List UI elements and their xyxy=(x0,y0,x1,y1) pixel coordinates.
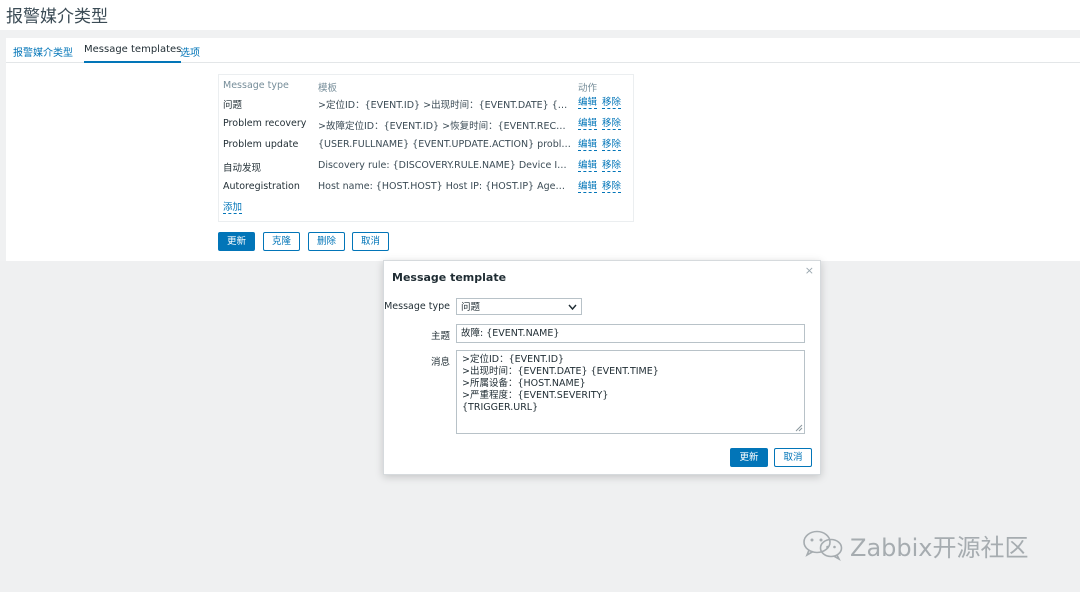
row-template: Discovery rule: {DISCOVERY.RULE.NAME} De… xyxy=(318,160,571,171)
message-textarea[interactable]: >定位ID：{EVENT.ID} >出现时间：{EVENT.DATE} {EVE… xyxy=(456,350,805,434)
page-header: 报警媒介类型 xyxy=(0,0,1080,30)
dialog-update-button[interactable]: 更新 xyxy=(730,448,768,467)
message-template-dialog: Message template × Message type 问题 主题 故障… xyxy=(383,260,821,475)
row-type: Autoregistration xyxy=(223,181,300,192)
message-type-label: Message type xyxy=(384,301,450,312)
tab-media-type[interactable]: 报警媒介类型 xyxy=(13,44,73,59)
message-line: >严重程度：{EVENT.SEVERITY} xyxy=(462,390,609,401)
update-button[interactable]: 更新 xyxy=(218,232,255,251)
wechat-icon xyxy=(803,530,843,561)
resize-handle-icon[interactable] xyxy=(795,424,803,432)
row-type: Problem update xyxy=(223,139,299,150)
tab-options[interactable]: 选项 xyxy=(180,44,200,59)
message-line: >所属设备：{HOST.NAME} xyxy=(462,378,586,389)
edit-link[interactable]: 编辑 xyxy=(578,181,598,193)
edit-link[interactable]: 编辑 xyxy=(578,160,598,172)
message-line: >出现时间：{EVENT.DATE} {EVENT.TIME} xyxy=(462,366,659,377)
edit-link[interactable]: 编辑 xyxy=(578,97,598,109)
header-message-type: Message type xyxy=(223,80,289,91)
edit-link[interactable]: 编辑 xyxy=(578,118,598,130)
cancel-button[interactable]: 取消 xyxy=(352,232,389,251)
row-template: {USER.FULLNAME} {EVENT.UPDATE.ACTION} pr… xyxy=(318,139,571,150)
delete-button[interactable]: 删除 xyxy=(308,232,345,251)
message-line: >定位ID：{EVENT.ID} xyxy=(462,354,565,365)
watermark: Zabbix开源社区 xyxy=(802,528,1029,562)
row-type: Problem recovery xyxy=(223,118,307,129)
row-template: >定位ID：{EVENT.ID} >出现时间：{EVENT.DATE} {EVE… xyxy=(318,100,571,111)
row-template: >故障定位ID：{EVENT.ID} >恢复时间：{EVENT.RECOVERY… xyxy=(318,121,571,132)
remove-link[interactable]: 移除 xyxy=(602,118,622,130)
tab-message-templates[interactable]: Message templates xyxy=(84,44,182,63)
message-type-value: 问题 xyxy=(461,302,481,313)
chevron-down-icon xyxy=(568,304,577,311)
dialog-cancel-button[interactable]: 取消 xyxy=(774,448,812,467)
page-title: 报警媒介类型 xyxy=(6,7,108,27)
add-template-link[interactable]: 添加 xyxy=(223,202,243,214)
message-label: 消息 xyxy=(430,357,450,368)
edit-link[interactable]: 编辑 xyxy=(578,139,598,151)
message-templates-table: Message type 模板 动作 问题 >定位ID：{EVENT.ID} >… xyxy=(218,74,634,222)
row-type: 自动发现 xyxy=(223,163,262,174)
clone-button[interactable]: 克隆 xyxy=(263,232,300,251)
close-icon[interactable]: × xyxy=(805,264,814,277)
remove-link[interactable]: 移除 xyxy=(602,181,622,193)
remove-link[interactable]: 移除 xyxy=(602,97,622,109)
subject-label: 主题 xyxy=(430,331,450,342)
row-type: 问题 xyxy=(223,100,243,111)
subject-input[interactable]: 故障: {EVENT.NAME} xyxy=(456,324,805,343)
header-actions: 动作 xyxy=(578,83,598,94)
row-template: Host name: {HOST.HOST} Host IP: {HOST.IP… xyxy=(318,181,571,192)
dialog-title: Message template xyxy=(392,271,507,284)
watermark-text: Zabbix开源社区 xyxy=(850,533,1029,562)
message-line: {TRIGGER.URL} xyxy=(462,402,539,413)
tab-bar: 报警媒介类型 Message templates 选项 xyxy=(6,38,1080,63)
remove-link[interactable]: 移除 xyxy=(602,139,622,151)
remove-link[interactable]: 移除 xyxy=(602,160,622,172)
media-type-card: 报警媒介类型 Message templates 选项 Message type… xyxy=(6,38,1080,261)
message-type-select[interactable]: 问题 xyxy=(456,298,582,315)
header-template: 模板 xyxy=(318,83,338,94)
